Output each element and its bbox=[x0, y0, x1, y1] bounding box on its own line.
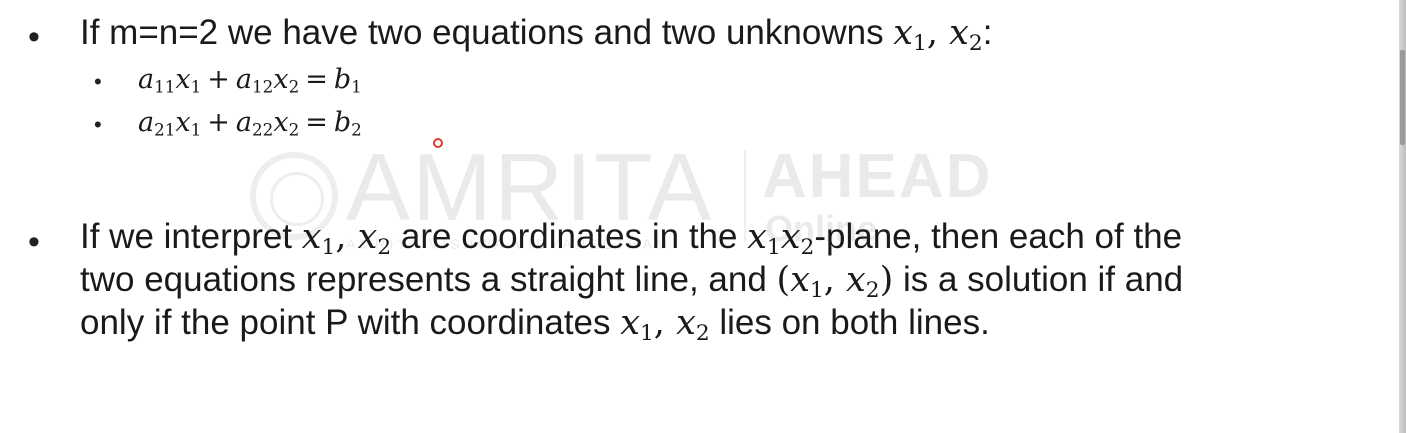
unknowns-math: x1, x2 bbox=[893, 13, 983, 57]
var-x: x bbox=[893, 13, 914, 53]
scrollbar[interactable] bbox=[1399, 0, 1406, 433]
pointer-cursor-icon bbox=[433, 138, 443, 148]
scrollbar-thumb[interactable] bbox=[1400, 50, 1405, 145]
equation-1: a11x1 + a12x2 = b1 bbox=[138, 64, 362, 97]
subscript: 2 bbox=[968, 31, 983, 57]
bullet-1-text: If m=n=2 we have two equations and two u… bbox=[80, 15, 992, 55]
equation-2: a21x1 + a22x2 = b2 bbox=[138, 107, 362, 140]
subscript: 1 bbox=[913, 31, 927, 57]
coords-math: x1, x2 bbox=[301, 217, 392, 261]
bullet-2-line-2: two equations represents a straight line… bbox=[80, 262, 1183, 302]
text-run: are coordinates in the bbox=[391, 217, 748, 256]
plane-math: x1x2 bbox=[747, 217, 815, 261]
slide: AMRITA AHEAD Online AMRITA VISHWA VIDYAP… bbox=[0, 0, 1406, 433]
text-run: only if the point P with coordinates bbox=[80, 303, 621, 342]
text-run: two equations represents a straight line… bbox=[80, 260, 777, 299]
text-run: lies on both lines. bbox=[709, 303, 990, 342]
solution-pair-math: (x1, x2) bbox=[776, 260, 894, 304]
sub-bullet-marker: • bbox=[94, 69, 102, 94]
coords-math: x1, x2 bbox=[620, 303, 710, 347]
bullet-1-suffix: : bbox=[982, 13, 993, 52]
watermark-brand-secondary: AHEAD bbox=[762, 142, 993, 211]
bullet-2-line-1: If we interpret x1, x2 are coordinates i… bbox=[80, 219, 1182, 259]
sub-bullet-marker: • bbox=[94, 112, 102, 137]
bullet-marker: • bbox=[28, 18, 40, 56]
var-x: x bbox=[949, 13, 969, 53]
bullet-marker: • bbox=[28, 223, 40, 261]
text-run: If we interpret bbox=[80, 217, 302, 256]
text-run: is a solution if and bbox=[893, 260, 1184, 299]
bullet-1-prefix: If m=n=2 we have two equations and two u… bbox=[80, 13, 894, 52]
bullet-2-line-3: only if the point P with coordinates x1,… bbox=[80, 305, 990, 345]
text-run: -plane, then each of the bbox=[814, 217, 1183, 256]
